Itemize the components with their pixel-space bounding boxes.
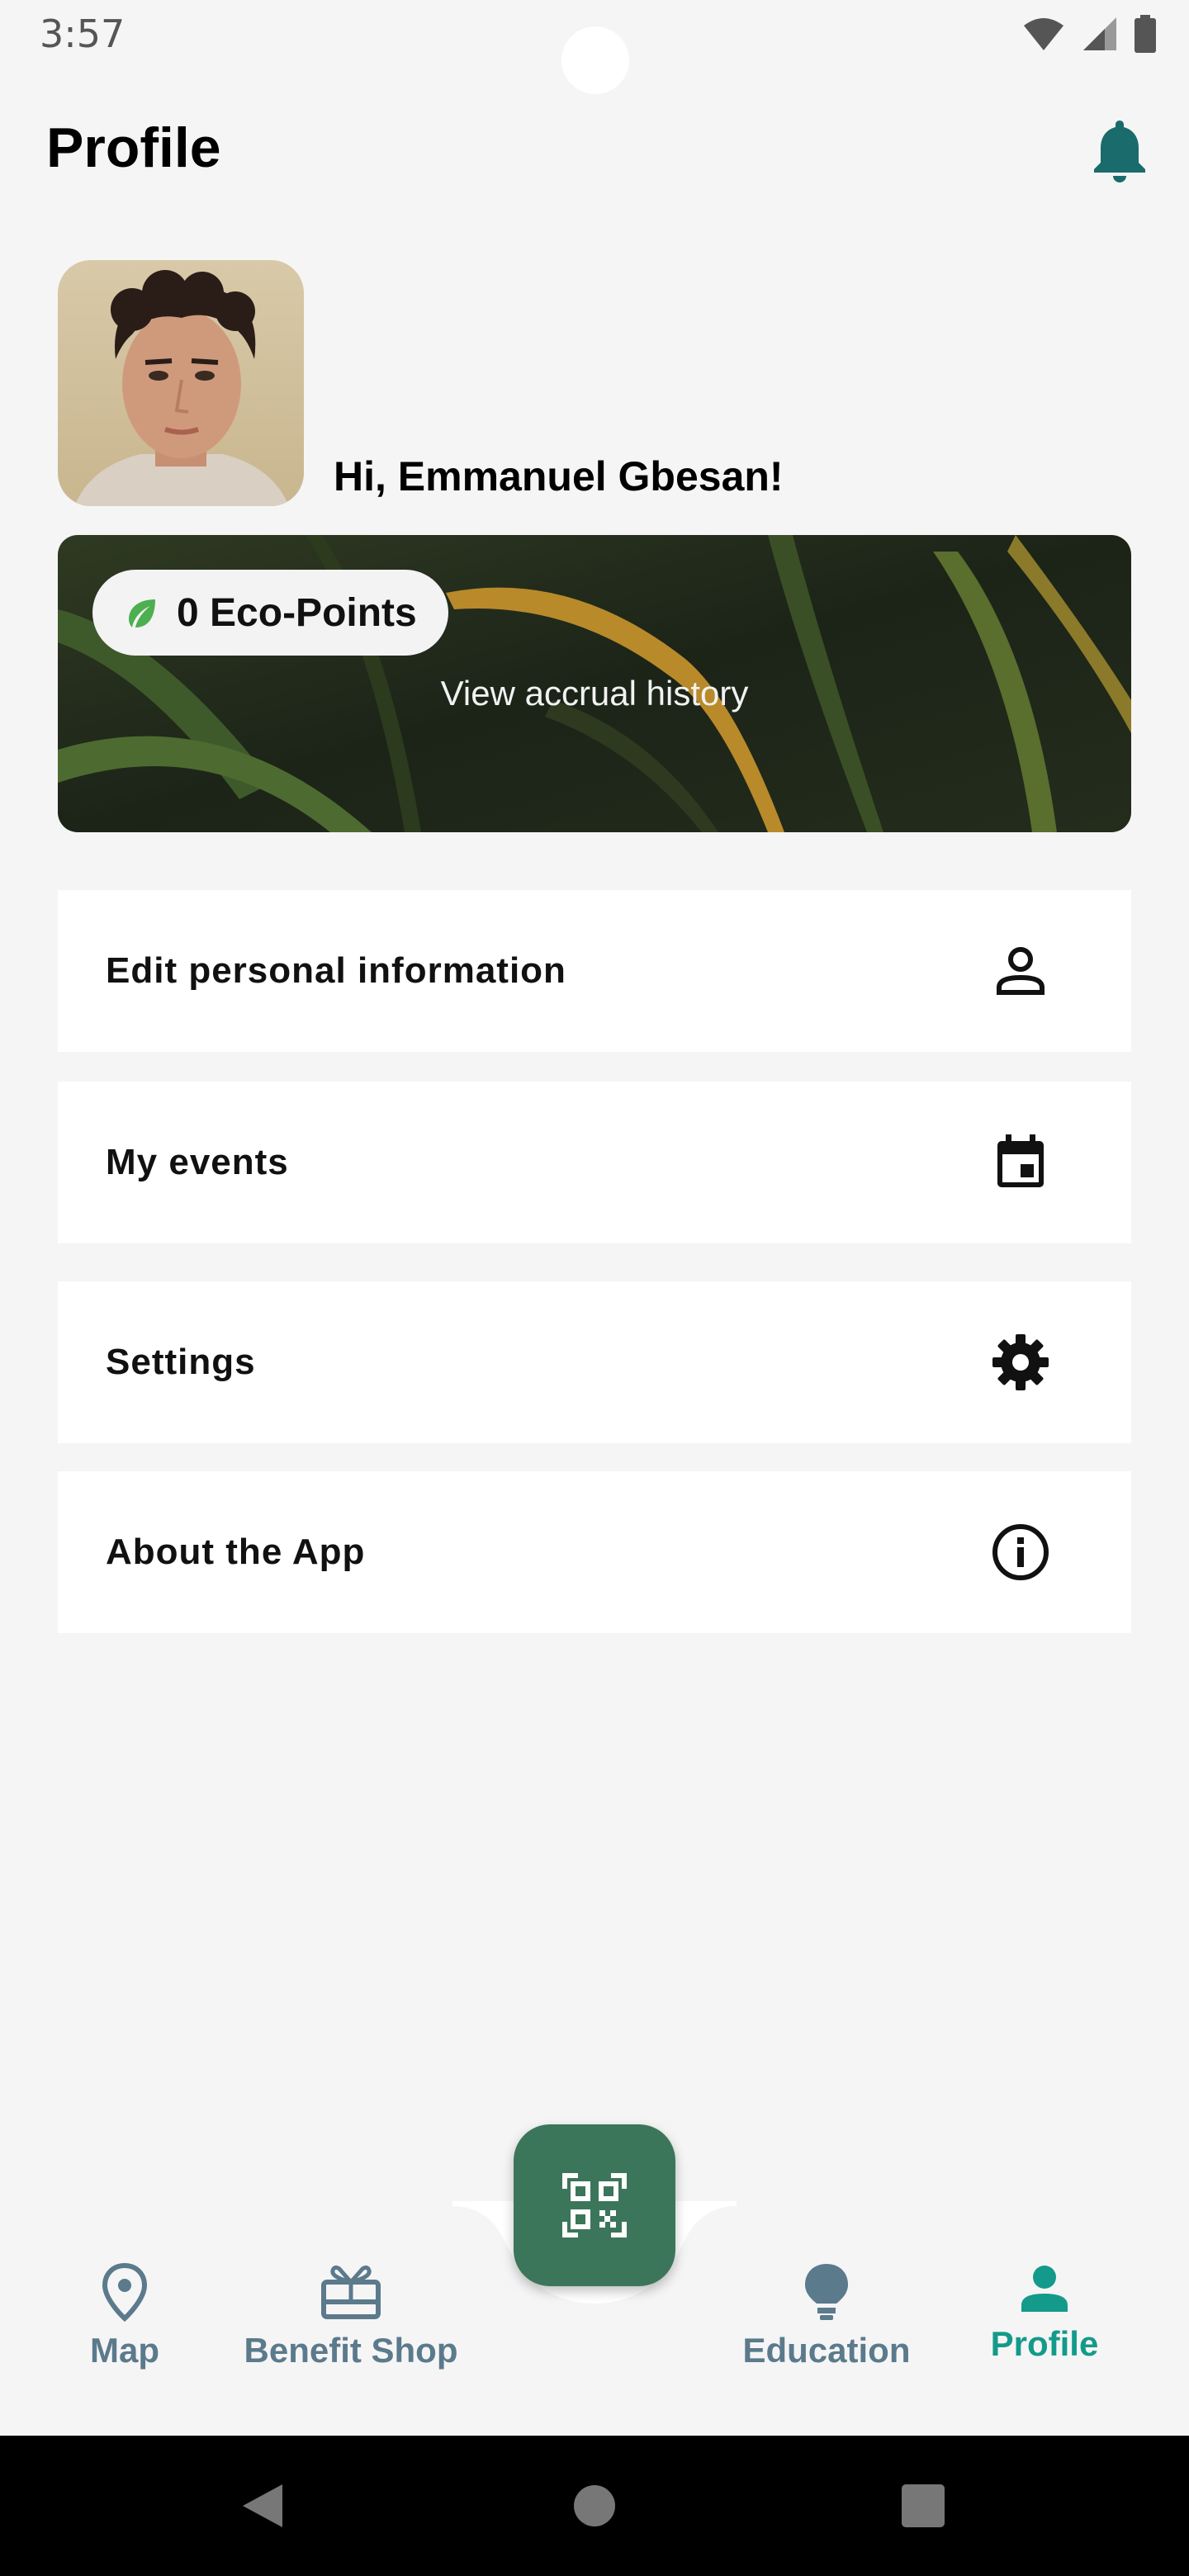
menu-item-edit-personal-information[interactable]: Edit personal information xyxy=(58,890,1131,1052)
menu-item-label: My events xyxy=(106,1142,289,1182)
home-icon[interactable] xyxy=(572,2484,617,2528)
menu-item-settings[interactable]: Settings xyxy=(58,1281,1131,1443)
nav-item-profile[interactable]: Profile xyxy=(983,2262,1106,2364)
status-time: 3:57 xyxy=(40,12,126,56)
status-icons xyxy=(1022,15,1156,53)
scan-qr-button[interactable] xyxy=(514,2124,675,2286)
page-title: Profile xyxy=(46,116,221,179)
nav-label: Benefit Shop xyxy=(244,2331,458,2370)
greeting: Hi, Emmanuel Gbesan! xyxy=(334,453,784,500)
nav-item-benefit-shop[interactable]: Benefit Shop xyxy=(239,2262,462,2370)
view-accrual-history-link[interactable]: View accrual history xyxy=(58,674,1131,713)
nav-label: Education xyxy=(742,2331,911,2370)
camera-cutout xyxy=(561,26,629,94)
battery-icon xyxy=(1135,15,1156,53)
location-pin-icon xyxy=(102,2262,148,2323)
menu-item-label: About the App xyxy=(106,1532,366,1572)
info-icon xyxy=(992,1524,1049,1580)
nav-label: Profile xyxy=(990,2324,1099,2363)
gift-card-icon xyxy=(321,2265,381,2319)
menu-item-label: Edit personal information xyxy=(106,950,566,991)
qr-scan-icon xyxy=(562,2173,627,2237)
avatar[interactable] xyxy=(58,260,304,506)
lightbulb-icon xyxy=(805,2264,848,2320)
menu-item-my-events[interactable]: My events xyxy=(58,1082,1131,1243)
wifi-icon xyxy=(1024,18,1063,50)
nav-item-map[interactable]: Map xyxy=(79,2262,170,2370)
eco-points-label: 0 Eco-Points xyxy=(177,590,417,635)
system-navigation-bar xyxy=(0,2436,1189,2576)
eco-points-banner[interactable]: 0 Eco-Points View accrual history xyxy=(58,535,1131,832)
menu-item-about-the-app[interactable]: About the App xyxy=(58,1471,1131,1633)
avatar-photo xyxy=(58,260,304,506)
person-icon xyxy=(997,947,1045,995)
nav-item-education[interactable]: Education xyxy=(740,2262,913,2370)
eco-points-badge[interactable]: 0 Eco-Points xyxy=(92,570,448,656)
signal-icon xyxy=(1083,17,1116,50)
calendar-icon xyxy=(997,1134,1044,1187)
status-bar: 3:57 xyxy=(0,0,1189,94)
back-icon[interactable] xyxy=(239,2481,286,2531)
recents-icon[interactable] xyxy=(902,2484,945,2527)
notifications-button[interactable] xyxy=(1090,117,1149,183)
person-icon xyxy=(1021,2266,1068,2312)
leaf-icon xyxy=(129,599,155,627)
bell-icon xyxy=(1094,121,1145,182)
nav-label: Map xyxy=(90,2331,159,2370)
menu-item-label: Settings xyxy=(106,1342,256,1382)
gear-icon xyxy=(992,1334,1049,1390)
